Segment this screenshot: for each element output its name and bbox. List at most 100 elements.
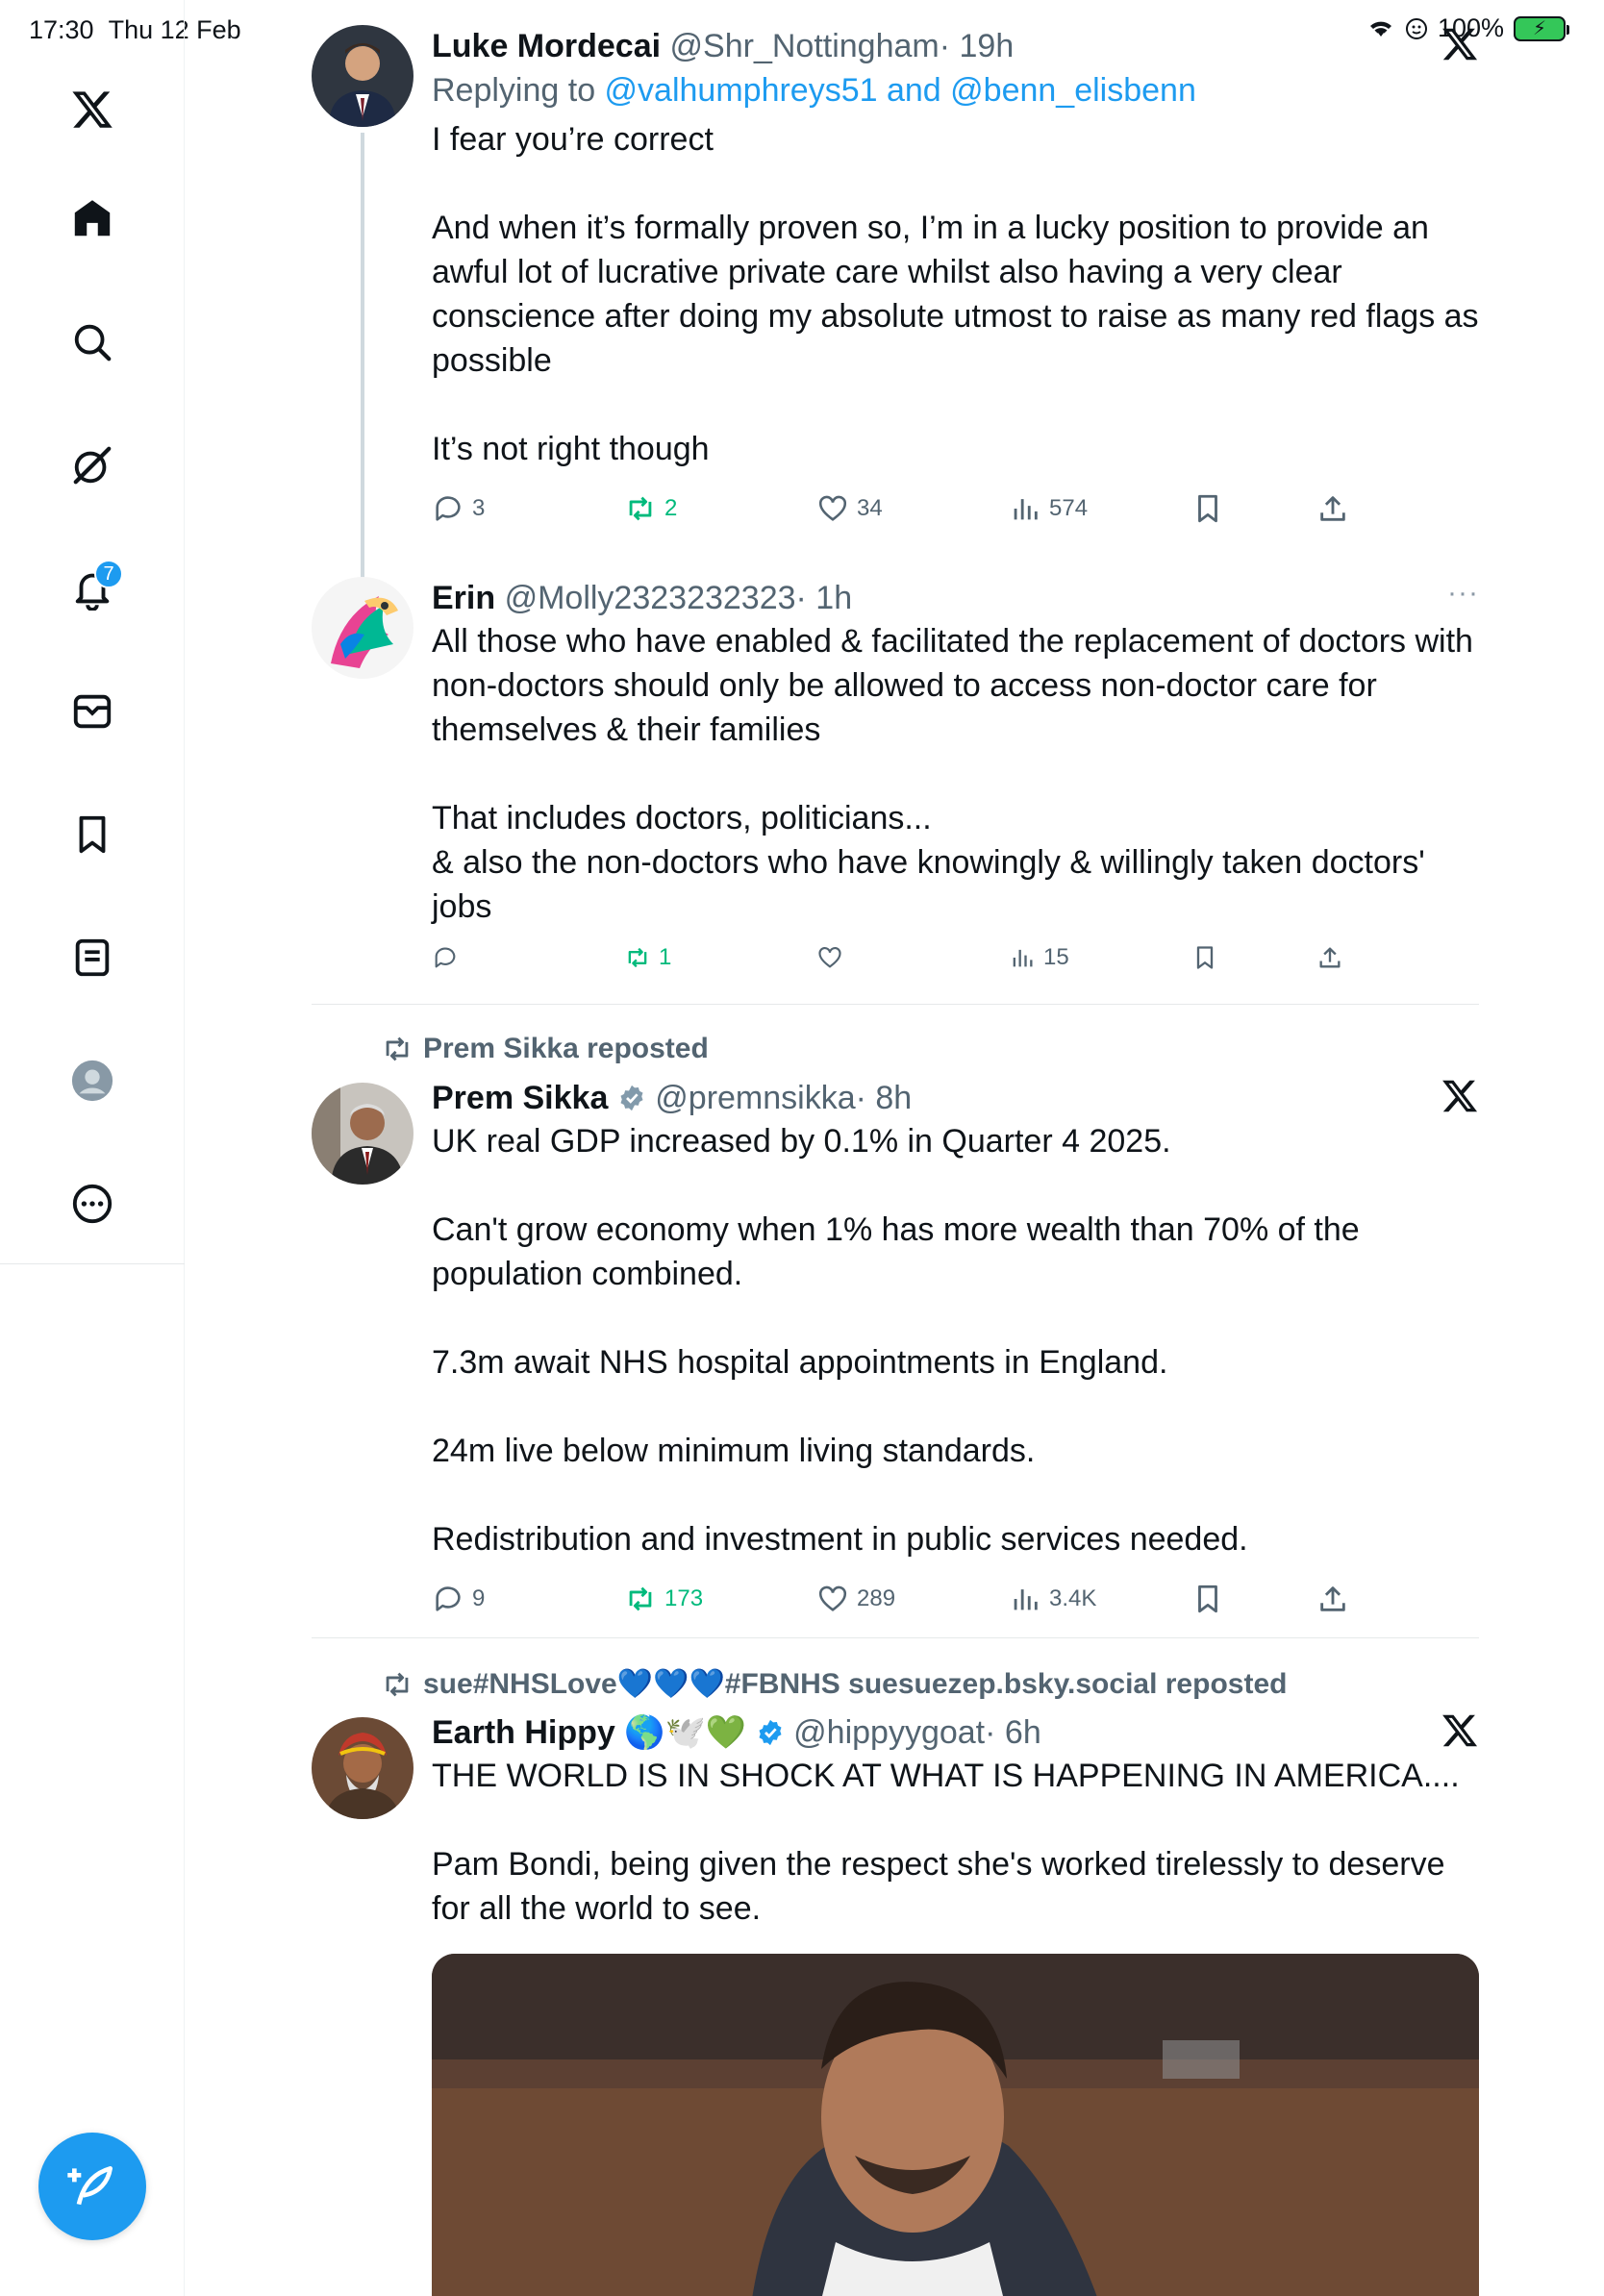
- repost-context: Prem Sikka reposted: [381, 1033, 709, 1065]
- repost-icon: [629, 1586, 652, 1611]
- views-icon: [1014, 499, 1038, 520]
- repost-button[interactable]: 173: [624, 1583, 703, 1615]
- tweet-header: Earth Hippy 🌎🕊️💚 @hippyygoat· 6h: [432, 1711, 1479, 1754]
- tweet-text: I fear you’re correct And when it’s form…: [432, 121, 1479, 467]
- bookmark-button[interactable]: [1191, 944, 1218, 971]
- reply-users[interactable]: @valhumphreys51 and @benn_elisbenn: [605, 72, 1196, 109]
- home-icon[interactable]: [62, 188, 123, 250]
- tweet-text: UK real GDP increased by 0.1% in Quarter…: [432, 1123, 1360, 1558]
- repost-icon: [628, 947, 647, 968]
- handle[interactable]: @premnsikka: [655, 1080, 855, 1116]
- reply-count: 9: [472, 1585, 486, 1611]
- share-icon: [1320, 496, 1345, 521]
- tweet-header: Erin @Molly2323232323· 1h: [432, 577, 1479, 619]
- like-count: 34: [857, 495, 883, 521]
- repost-button[interactable]: 1: [624, 944, 671, 971]
- display-name[interactable]: Prem Sikka: [432, 1080, 608, 1116]
- repost-count: 173: [664, 1585, 704, 1611]
- share-button[interactable]: [1316, 1583, 1349, 1615]
- reply-icon: [436, 1586, 461, 1611]
- grok-icon[interactable]: [62, 435, 123, 496]
- search-icon[interactable]: [62, 312, 123, 373]
- views-icon: [1013, 949, 1033, 967]
- repost-icon: [386, 1672, 409, 1696]
- repost-label[interactable]: sue#NHSLove💙💙💙#FBNHS suesuezep.bsky.soci…: [423, 1667, 1287, 1701]
- reply-icon: [436, 496, 461, 521]
- avatar[interactable]: [312, 25, 414, 127]
- reply-icon: [435, 947, 456, 968]
- handle[interactable]: @Molly2323232323: [505, 580, 796, 616]
- like-count: 289: [857, 1585, 896, 1611]
- repost-icon: [386, 1036, 409, 1061]
- reply-button[interactable]: 9: [432, 1583, 485, 1615]
- sidebar: 7: [0, 0, 185, 2296]
- share-button[interactable]: [1316, 492, 1349, 525]
- repost-context: sue#NHSLove💙💙💙#FBNHS suesuezep.bsky.soci…: [381, 1667, 1287, 1701]
- notification-badge: 7: [94, 560, 123, 588]
- display-name[interactable]: Luke Mordecai: [432, 28, 661, 64]
- bookmark-button[interactable]: [1191, 1583, 1224, 1615]
- share-button[interactable]: [1316, 944, 1343, 971]
- repost-button[interactable]: 2: [624, 492, 677, 525]
- repost-label[interactable]: Prem Sikka reposted: [423, 1033, 709, 1065]
- reply-context: Replying to @valhumphreys51 and @benn_el…: [432, 67, 1479, 113]
- lists-icon[interactable]: [62, 927, 123, 988]
- repost-count: 2: [664, 495, 678, 521]
- reply-button[interactable]: [432, 944, 466, 971]
- display-name[interactable]: Erin: [432, 580, 495, 616]
- like-button[interactable]: 34: [816, 492, 883, 525]
- tweet-video[interactable]: [432, 1954, 1479, 2296]
- verified-badge-icon: [759, 1719, 782, 1746]
- reply-button[interactable]: 3: [432, 492, 485, 525]
- battery-icon: ⚡: [1514, 15, 1569, 41]
- heart-icon: [818, 947, 841, 968]
- tweet-actions: 3 2 34 574: [432, 492, 1479, 535]
- x-logo-icon[interactable]: [1441, 1711, 1479, 1750]
- view-count: 574: [1049, 495, 1089, 521]
- thread-line: [361, 133, 364, 594]
- tweet-actions: 9 173 289 3.4K: [432, 1583, 1479, 1625]
- x-logo-icon[interactable]: [1441, 1077, 1479, 1115]
- timestamp[interactable]: · 8h: [856, 1080, 913, 1116]
- notifications-icon[interactable]: 7: [62, 558, 123, 619]
- profile-icon[interactable]: [62, 1050, 123, 1111]
- handle[interactable]: @Shr_Nottingham: [670, 28, 940, 64]
- avatar[interactable]: [312, 1717, 414, 1819]
- tweet-text: THE WORLD IS IN SHOCK AT WHAT IS HAPPENI…: [432, 1758, 1460, 1927]
- heart-icon: [818, 1585, 847, 1611]
- reply-prefix: Replying to: [432, 72, 605, 109]
- bookmark-icon: [1198, 494, 1217, 523]
- share-icon: [1319, 947, 1341, 968]
- handle[interactable]: @hippyygoat: [793, 1714, 985, 1751]
- display-name[interactable]: Earth Hippy 🌎🕊️💚: [432, 1714, 746, 1751]
- avatar[interactable]: [312, 1083, 414, 1185]
- bookmarks-icon[interactable]: [62, 804, 123, 865]
- x-logo-icon[interactable]: [1441, 25, 1479, 63]
- avatar[interactable]: [312, 577, 414, 679]
- timestamp[interactable]: · 6h: [985, 1714, 1041, 1751]
- more-icon[interactable]: [62, 1173, 123, 1235]
- x-logo-icon[interactable]: [62, 79, 123, 140]
- tweet-header: Luke Mordecai @Shr_Nottingham· 19h: [432, 25, 1479, 67]
- views-button[interactable]: 574: [1009, 492, 1088, 525]
- tweet-actions: 1 15: [432, 944, 1479, 986]
- timestamp[interactable]: · 1h: [796, 580, 853, 616]
- compose-button[interactable]: [38, 2133, 146, 2240]
- messages-icon[interactable]: [62, 681, 123, 742]
- views-button[interactable]: 15: [1009, 944, 1069, 971]
- tweet-text: All those who have enabled & facilitated…: [432, 623, 1473, 925]
- reply-count: 3: [472, 495, 486, 521]
- repost-icon: [629, 496, 652, 521]
- more-options-button[interactable]: ···: [1447, 577, 1479, 610]
- like-button[interactable]: [816, 944, 851, 971]
- tweet-header: Prem Sikka @premnsikka· 8h: [432, 1077, 1479, 1119]
- timestamp[interactable]: · 19h: [940, 28, 1015, 64]
- sidebar-divider: [0, 1263, 185, 1264]
- like-button[interactable]: 289: [816, 1583, 895, 1615]
- view-count: 15: [1043, 944, 1069, 970]
- bookmark-button[interactable]: [1191, 492, 1224, 525]
- views-icon: [1014, 1589, 1038, 1610]
- views-button[interactable]: 3.4K: [1009, 1583, 1096, 1615]
- share-icon: [1320, 1586, 1345, 1611]
- repost-count: 1: [659, 944, 672, 970]
